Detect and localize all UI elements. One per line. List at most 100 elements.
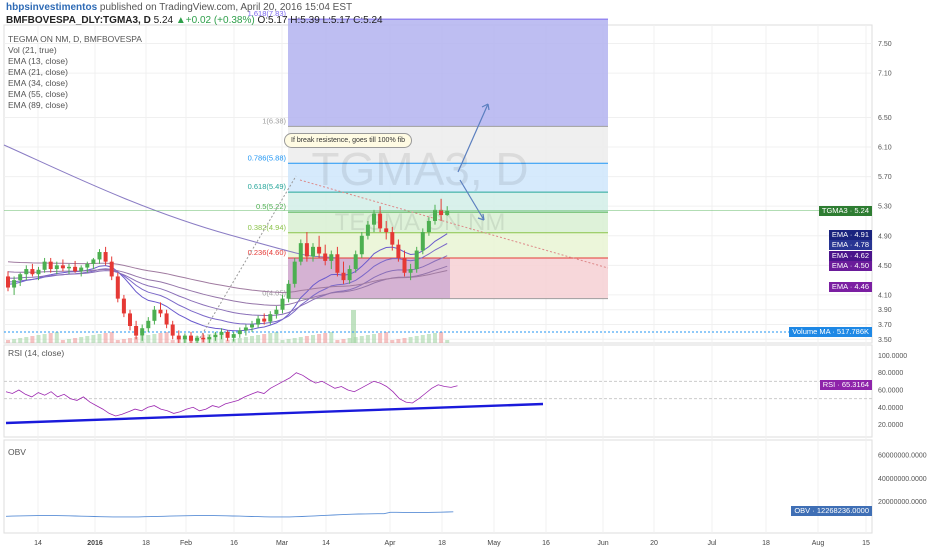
candle-body — [42, 261, 47, 270]
ema-value-tag: EMA · 4.46 — [828, 282, 872, 293]
time-axis-label: 2016 — [87, 540, 103, 547]
annotation-callout[interactable]: If break resistence, goes till 100% fib — [284, 133, 413, 148]
volume-bar — [433, 333, 437, 343]
obv-axis-label: 20000000.0000 — [878, 499, 927, 506]
volume-bar — [91, 335, 96, 343]
candle-body — [85, 263, 90, 268]
volume-bar — [42, 334, 47, 343]
volume-bar — [304, 336, 309, 343]
price-axis-label: 7.50 — [878, 41, 892, 48]
volume-bar — [18, 338, 23, 343]
candle-body — [73, 266, 78, 272]
ema-value-tag: EMA · 4.62 — [828, 251, 872, 262]
candle-body — [176, 335, 181, 340]
volume-bar — [365, 335, 370, 343]
volume-bar — [164, 332, 169, 343]
author-link[interactable]: hbpsinvestimentos — [6, 2, 97, 13]
rsi-axis-label: 60.0000 — [878, 388, 903, 395]
volume-bar — [24, 337, 29, 343]
price-axis-label: 5.70 — [878, 174, 892, 181]
candle-body — [115, 276, 120, 299]
legend-ema-55[interactable]: EMA (55, close) — [8, 89, 142, 100]
candle-body — [311, 246, 315, 257]
volume-bar — [390, 340, 395, 343]
volume-bar — [426, 334, 431, 343]
candle-body — [420, 232, 425, 251]
volume-bar — [109, 332, 114, 343]
candle-body — [67, 266, 71, 269]
volume-bar — [67, 339, 71, 343]
fib-lower-zone — [288, 257, 450, 299]
legend-ema-34[interactable]: EMA (34, close) — [8, 78, 142, 89]
candle-body — [365, 224, 370, 236]
candle-body — [317, 246, 322, 254]
rsi-trendline — [5, 402, 544, 425]
time-axis-label: Apr — [385, 540, 397, 547]
candle-body — [237, 330, 242, 335]
candle-body — [91, 259, 96, 264]
candle-body — [195, 337, 200, 341]
volume-bar — [54, 332, 59, 343]
candle-body — [60, 265, 65, 269]
time-axis-label: 18 — [142, 540, 150, 547]
candle-body — [372, 213, 376, 225]
rsi-pane-label[interactable]: RSI (14, close) — [8, 348, 64, 358]
volume-bar — [384, 332, 389, 343]
candle-body — [445, 210, 450, 216]
candle-body — [24, 269, 29, 275]
volume-bar — [250, 336, 254, 343]
fib-level-label: 1(6.38) — [262, 116, 286, 125]
rsi-axis-label: 40.0000 — [878, 405, 903, 412]
candle-body — [286, 283, 291, 299]
candle-body — [390, 232, 395, 245]
candle-body — [146, 320, 151, 329]
volume-bar — [243, 337, 248, 343]
candle-body — [97, 252, 102, 260]
candle-body — [274, 309, 279, 315]
candle-body — [219, 331, 224, 335]
volume-bar — [286, 339, 291, 343]
time-axis-label: Jul — [708, 540, 717, 547]
candle-body — [402, 257, 407, 273]
volume-bar — [280, 340, 285, 343]
time-axis-label: 15 — [862, 540, 870, 547]
volume-bar — [408, 337, 413, 343]
legend-ema-13[interactable]: EMA (13, close) — [8, 56, 142, 67]
obv-axis-label: 40000000.0000 — [878, 476, 927, 483]
last-price: 5.24 — [153, 15, 174, 26]
fib-level-label: 0.786(5.88) — [248, 153, 287, 162]
fib-level-label: 0.5(5.22) — [256, 202, 287, 211]
time-axis-label: 14 — [322, 540, 330, 547]
candle-body — [152, 309, 157, 321]
watermark-symbol: TGMA3, D — [311, 143, 528, 195]
candle-body — [280, 298, 285, 310]
obv-pane-label[interactable]: OBV — [8, 447, 26, 457]
price-axis-label: 6.10 — [878, 145, 892, 152]
candle-body — [6, 276, 10, 288]
candle-body — [384, 228, 389, 233]
price-axis-label: 4.90 — [878, 233, 892, 240]
volume-bar — [158, 333, 163, 343]
symbol-text: BMFBOVESPA_DLY:TGMA3, D — [6, 15, 151, 26]
candle-body — [426, 220, 431, 233]
candle-body — [359, 235, 364, 255]
rsi-axis-label: 100.0000 — [878, 353, 907, 360]
candle-body — [414, 250, 419, 270]
candle-body — [408, 269, 413, 273]
volume-bar — [85, 336, 90, 343]
volume-bar — [298, 337, 303, 343]
time-axis-label: 18 — [438, 540, 446, 547]
volume-bar — [445, 340, 450, 343]
legend-volume[interactable]: Vol (21, true) — [8, 45, 142, 56]
obv-axis-label: 60000000.0000 — [878, 453, 927, 460]
candle-body — [347, 269, 352, 281]
candle-body — [243, 327, 248, 331]
time-axis-label: 20 — [650, 540, 658, 547]
legend-ema-21[interactable]: EMA (21, close) — [8, 67, 142, 78]
candle-body — [268, 314, 273, 322]
volume-bar — [48, 333, 53, 343]
time-axis-label: Feb — [180, 540, 192, 547]
obv-value-tag: OBV · 12268236.0000 — [791, 505, 872, 516]
price-axis-label: 6.50 — [878, 115, 892, 122]
legend-ema-89[interactable]: EMA (89, close) — [8, 100, 142, 111]
